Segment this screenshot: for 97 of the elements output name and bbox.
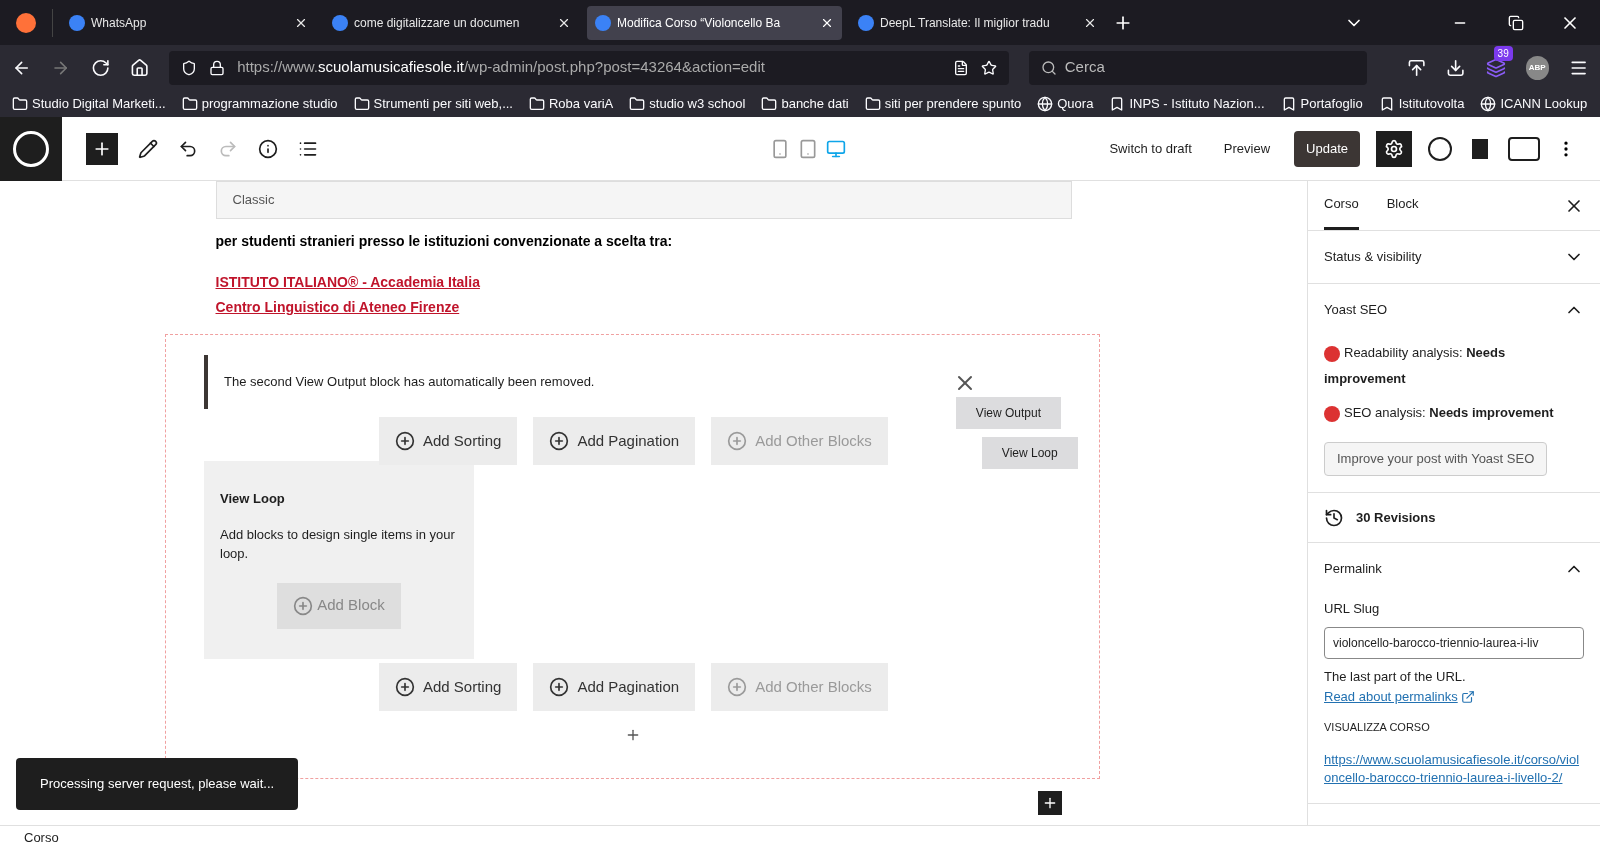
url-text: https://www.scuolamusicafiesole.it/wp-admin/post.php?post=43264&action=edit [237, 57, 765, 78]
plus-circle-icon [293, 595, 314, 616]
notice: The second View Output block has automatically been removed. [204, 355, 953, 409]
info-icon[interactable] [258, 138, 278, 159]
yoast-button[interactable]: Improve your post with Yoast SEO [1324, 442, 1548, 476]
plus-icon [1042, 795, 1058, 811]
bookmark-item[interactable]: Studio Digital Marketi... [32, 93, 166, 114]
intro-text: per studenti stranieri presso le istituzioni convenzionate a scelta tra: [215, 232, 674, 251]
tab-title: come digitalizzare un documen [354, 14, 521, 32]
sidebar-tab[interactable]: Corso [1324, 181, 1359, 230]
browser-tab[interactable]: come digitalizzare un documen [324, 5, 579, 40]
pencil-icon[interactable] [138, 138, 158, 159]
tab-title: Modifica Corso “Violoncello Ba [617, 14, 782, 32]
folder-icon[interactable] [864, 95, 881, 112]
add-block-button[interactable]: Add Pagination [533, 663, 696, 711]
panel-toggle[interactable]: Permalink [1324, 559, 1584, 579]
tab-title: DeepL Translate: Il miglior tradu [880, 14, 1051, 32]
block-icon[interactable] [1472, 138, 1488, 159]
settings-icon [1384, 138, 1404, 159]
bookmark-item[interactable]: Istitutovolta [1398, 93, 1465, 114]
analysis-result: SEO analysis: Needs improvement [1324, 400, 1584, 426]
classic-block-header: Classic [215, 181, 1072, 219]
browser-logo-icon[interactable] [16, 12, 36, 33]
add-block-button[interactable]: Add Pagination [533, 417, 696, 465]
add-block-button[interactable]: Add Sorting [379, 417, 518, 465]
plus-circle-icon [549, 431, 570, 451]
browser-tab[interactable]: Modifica Corso “Violoncello Ba [587, 5, 842, 40]
update-button[interactable]: Update [1294, 130, 1360, 167]
browser-tab[interactable]: DeepL Translate: Il miglior tradu [850, 5, 1105, 40]
settings-button[interactable] [1376, 130, 1412, 167]
plus-circle-icon [727, 677, 748, 697]
folder-icon[interactable] [181, 95, 198, 112]
desktop-preview-icon[interactable] [825, 138, 846, 159]
reader-icon[interactable] [952, 59, 969, 76]
analysis-result: Readability analysis: Needs improvement [1324, 344, 1507, 388]
search-icon [1040, 59, 1057, 76]
plus-circle-icon [549, 677, 570, 697]
bookmark-item[interactable]: INPS - Istituto Nazion... [1129, 93, 1265, 114]
undo-icon[interactable] [178, 138, 198, 159]
add-block-button[interactable] [1038, 791, 1062, 815]
bookmark-item[interactable]: Strumenti per siti web,... [373, 93, 513, 114]
download-icon[interactable] [1446, 57, 1466, 78]
restore-icon[interactable] [1508, 14, 1524, 31]
bookmark-item[interactable]: Quora [1057, 93, 1094, 114]
view-url-link[interactable]: https://www.scuolamusicafiesole.it/corso/violoncello-barocco-triennio-laurea-i-livello-2/ [1324, 751, 1584, 787]
url-slug-field[interactable]: violoncello-barocco-triennio-laurea-i-liv [1324, 626, 1584, 659]
globe-icon[interactable] [1480, 95, 1497, 112]
field-label: URL Slug [1324, 600, 1381, 618]
home-icon[interactable] [129, 57, 150, 78]
view-output-button[interactable]: View Output [955, 397, 1061, 429]
bookmark-item[interactable]: programmazione studio [201, 93, 338, 114]
revisions-link[interactable]: 30 Revisions [1356, 507, 1436, 528]
bookmark-item[interactable]: Roba variA [549, 93, 614, 114]
plus-circle-icon [727, 431, 748, 451]
folder-icon[interactable] [629, 95, 646, 112]
extension-button[interactable]: ABP [1525, 55, 1549, 80]
text-link[interactable]: Centro Linguistico di Ateneo Firenze [215, 297, 1072, 318]
star-icon[interactable] [980, 59, 997, 76]
shield-icon [181, 59, 198, 76]
text-link[interactable]: ISTITUTO ITALIANO® - Accademia Italia [215, 272, 1072, 293]
section-label: VISUALIZZA CORSO [1324, 719, 1431, 735]
panel-title: View Loop [220, 490, 286, 508]
bookmark-item[interactable]: siti per prendere spunto [884, 93, 1022, 114]
panel-description: Add blocks to design single items in your loop. [220, 525, 456, 563]
reload-icon[interactable] [90, 57, 110, 78]
snackbar: Processing server request, please wait... [16, 758, 299, 810]
folder-icon[interactable] [12, 95, 28, 112]
plus-circle-icon [395, 677, 415, 697]
browser-tab[interactable]: WhatsApp [61, 5, 316, 40]
globe-icon[interactable] [1037, 95, 1054, 112]
help-text: The last part of the URL. Read about permalinks [1324, 666, 1584, 707]
tab-title: WhatsApp [91, 14, 148, 32]
bookmark-item[interactable]: ICANN Lookup [1500, 93, 1588, 114]
external-link-icon[interactable] [1461, 690, 1476, 705]
switch-to-draft-button[interactable]: Switch to draft [1097, 138, 1204, 159]
help-link[interactable]: Read about permalinks [1324, 688, 1458, 704]
address-bar[interactable]: https://www.scuolamusicafiesole.it/wp-admin/post.php?post=43264&action=edit [169, 50, 1009, 85]
folder-icon[interactable] [353, 95, 370, 112]
folder-icon[interactable] [761, 95, 778, 112]
bookmark-item[interactable]: banche dati [781, 93, 849, 114]
count-badge: 39 [1493, 45, 1513, 61]
lock-icon [209, 59, 226, 76]
history-icon [1324, 507, 1344, 528]
preview-button[interactable]: Preview [1211, 138, 1283, 159]
plus-circle-icon [395, 431, 415, 451]
view-loop-button[interactable]: View Loop [981, 437, 1078, 469]
folder-icon[interactable] [529, 95, 545, 112]
add-block-button[interactable]: Add Sorting [379, 663, 518, 711]
search-field[interactable]: Cerca [1028, 50, 1367, 85]
breadcrumb[interactable]: Corso [24, 828, 59, 848]
bookmark-item[interactable]: studio w3 school [649, 93, 746, 114]
panel-toggle[interactable]: Yoast SEO [1324, 300, 1584, 320]
bookmark-item[interactable]: Portafoglio [1300, 93, 1363, 114]
layers-icon[interactable] [1485, 57, 1506, 78]
panel-toggle[interactable]: Status & visibility [1324, 247, 1584, 267]
add-block-button[interactable] [86, 132, 118, 165]
sidebar-tab[interactable]: Block [1386, 181, 1419, 230]
